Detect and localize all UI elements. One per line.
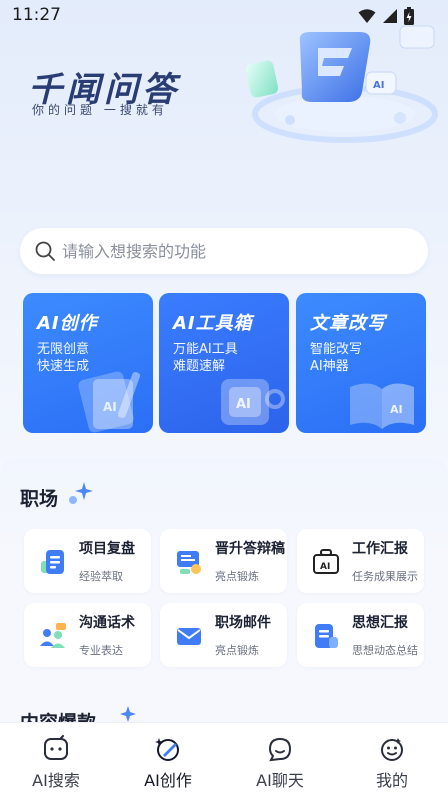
report-icon (315, 624, 338, 648)
feature-card-ai-create[interactable]: AI创作 无限创意 快速生成 AI (23, 293, 153, 433)
tool-card-sub: 思想动态总结 (352, 644, 418, 657)
tool-card-thought-report[interactable]: 思想汇报 思想动态总结 (297, 603, 424, 667)
ai-search-icon (44, 735, 68, 760)
sparkle-icon (69, 482, 93, 504)
tool-card-name: 沟通话术 (79, 615, 135, 631)
brand-subtitle: 你的问题 一搜就有 (32, 103, 168, 117)
tool-card-name: 项目复盘 (79, 541, 135, 557)
nav-label: AI创作 (144, 771, 192, 790)
status-time: 11:27 (12, 5, 61, 25)
briefcase-ai-icon: AI (313, 549, 339, 574)
ai-chip-icon: AI (221, 379, 285, 425)
profile-icon (381, 738, 403, 761)
nav-item-ai-search[interactable]: AI搜索 (0, 723, 112, 796)
tool-card-sub: 经验萃取 (79, 570, 123, 583)
svg-text:AI: AI (103, 400, 117, 414)
pen-document-icon: AI (78, 371, 141, 433)
sparkle-icon (120, 706, 136, 722)
hero-illustration: AI (245, 25, 438, 143)
mail-icon (177, 628, 201, 645)
tool-card-name: 思想汇报 (352, 615, 408, 631)
nav-label: AI聊天 (256, 771, 304, 790)
search-box[interactable] (20, 228, 428, 274)
tool-card-sub: 专业表达 (79, 644, 123, 657)
presentation-icon (177, 551, 201, 574)
document-icon (41, 550, 64, 574)
tool-card-communication[interactable]: 沟通话术 专业表达 (24, 603, 151, 667)
nav-label: AI搜索 (32, 771, 80, 790)
search-icon (35, 241, 55, 261)
people-chat-icon (40, 623, 66, 648)
tool-card-name: 工作汇报 (352, 541, 408, 557)
feature-card-ai-toolbox[interactable]: AI工具箱 万能AI工具 难题速解 AI (159, 293, 289, 433)
tool-card-sub: 任务成果展示 (352, 570, 418, 583)
search-input[interactable] (62, 241, 392, 261)
feature-card-article-rewrite[interactable]: 文章改写 智能改写 AI神器 AI (296, 293, 426, 433)
feature-card-title: AI创作 (37, 313, 98, 334)
feature-card-title: AI工具箱 (173, 313, 253, 334)
tool-card-sub: 亮点锻炼 (215, 570, 259, 583)
svg-text:AI: AI (320, 562, 330, 572)
ai-create-icon (155, 738, 179, 761)
tool-card-work-report[interactable]: AI 工作汇报 任务成果展示 (297, 529, 424, 593)
book-icon: AI (350, 383, 414, 429)
feature-card-title: 文章改写 (310, 313, 386, 334)
svg-text:AI: AI (373, 80, 384, 91)
svg-text:AI: AI (236, 397, 251, 412)
tool-card-promotion-defense[interactable]: 晋升答辩稿 亮点锻炼 (160, 529, 287, 593)
nav-label: 我的 (375, 771, 408, 790)
tool-card-name: 职场邮件 (215, 615, 271, 631)
ai-chat-icon (268, 737, 292, 762)
tool-card-name: 晋升答辩稿 (215, 541, 285, 557)
svg-text:AI: AI (390, 403, 403, 416)
nav-item-ai-chat[interactable]: AI聊天 (224, 723, 336, 796)
tool-card-workplace-email[interactable]: 职场邮件 亮点锻炼 (160, 603, 287, 667)
tool-card-sub: 亮点锻炼 (215, 644, 259, 657)
tool-card-project-review[interactable]: 项目复盘 经验萃取 (24, 529, 151, 593)
nav-item-profile[interactable]: 我的 (336, 723, 448, 796)
section-title-workplace: 职场 (20, 488, 59, 510)
nav-item-ai-create[interactable]: AI创作 (112, 723, 224, 796)
bottom-nav: AI搜索 AI创作 AI聊天 我的 (0, 722, 448, 796)
